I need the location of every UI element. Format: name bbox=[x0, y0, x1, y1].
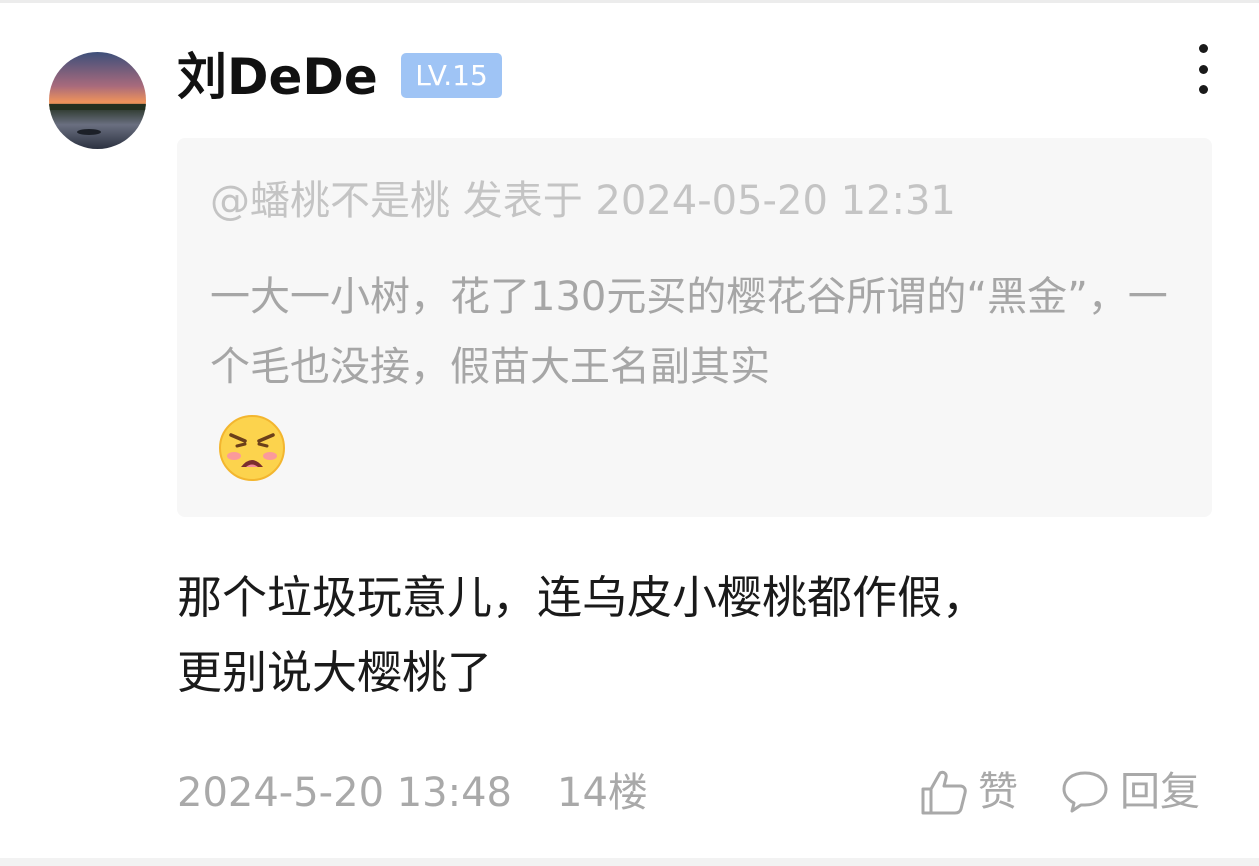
reply-button[interactable]: 回复 bbox=[1060, 764, 1200, 820]
floor-number: 14楼 bbox=[557, 770, 648, 816]
timestamp: 2024-5-20 13:48 bbox=[177, 770, 512, 816]
reply-label: 回复 bbox=[1120, 769, 1200, 815]
avatar[interactable] bbox=[49, 52, 146, 149]
top-divider bbox=[0, 0, 1259, 3]
reply-line: 那个垃圾玩意儿，连乌皮小樱桃都作假， bbox=[177, 571, 988, 624]
reply-text: 那个垃圾玩意儿，连乌皮小樱桃都作假， 更别说大樱桃了 bbox=[177, 560, 1227, 710]
like-button[interactable]: 赞 bbox=[918, 764, 1018, 820]
quoted-comment[interactable]: @蟠桃不是桃 发表于 2024-05-20 12:31 一大一小树，花了130元… bbox=[177, 138, 1212, 517]
level-badge: LV.15 bbox=[401, 53, 502, 98]
quote-meta: @蟠桃不是桃 发表于 2024-05-20 12:31 bbox=[210, 178, 956, 224]
username[interactable]: 刘DeDe bbox=[177, 44, 378, 110]
speech-bubble-icon bbox=[1060, 769, 1110, 815]
reply-line: 更别说大樱桃了 bbox=[177, 646, 493, 699]
bottom-divider bbox=[0, 858, 1259, 866]
quote-text: 一大一小树，花了130元买的樱花谷所谓的“黑金”，一个毛也没接，假苗大王名副其实 bbox=[210, 274, 1168, 390]
more-vertical-icon[interactable] bbox=[1186, 40, 1220, 98]
angry-face-emoji-icon bbox=[217, 413, 287, 483]
thumbs-up-icon bbox=[918, 766, 970, 818]
like-label: 赞 bbox=[978, 769, 1018, 815]
